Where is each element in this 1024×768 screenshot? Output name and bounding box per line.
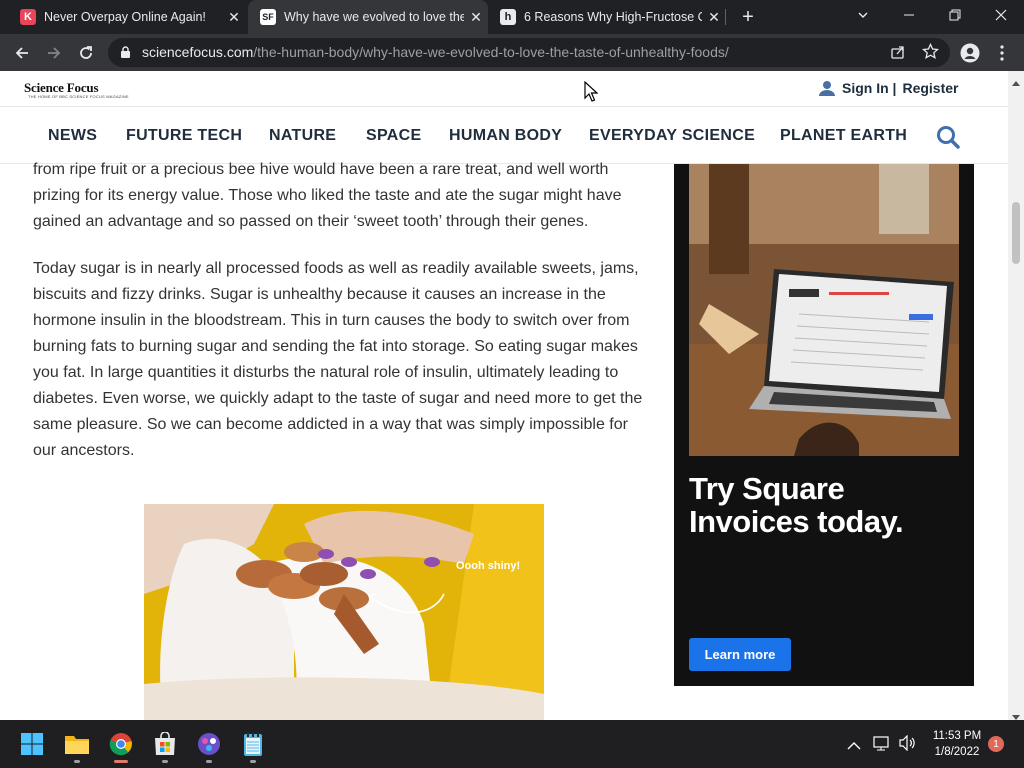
taskbar-indicator: [74, 760, 80, 763]
tab-title: 6 Reasons Why High-Fructose Co: [524, 10, 702, 24]
microsoft-store-icon[interactable]: [151, 730, 179, 758]
network-icon[interactable]: [873, 735, 891, 756]
nav-everyday-science[interactable]: EVERYDAY SCIENCE: [589, 127, 755, 145]
scrollbar-thumb[interactable]: [1012, 202, 1020, 264]
show-hidden-icons-chevron-icon[interactable]: [847, 738, 861, 756]
taskbar-indicator: [162, 760, 168, 763]
notification-badge[interactable]: 1: [988, 736, 1004, 752]
address-bar[interactable]: sciencefocus.com/the-human-body/why-have…: [108, 38, 950, 67]
close-window-button[interactable]: [978, 0, 1024, 30]
taskbar-active-indicator: [114, 760, 128, 763]
tab-1[interactable]: SF Why have we evolved to love the ✕: [248, 0, 488, 34]
article-paragraph: Today sugar is in nearly all processed f…: [33, 260, 643, 459]
nav-human-body[interactable]: HUMAN BODY: [449, 127, 562, 145]
back-button[interactable]: [8, 39, 36, 67]
image-caption-label: Oooh shiny!: [456, 560, 521, 572]
nav-future-tech[interactable]: FUTURE TECH: [126, 127, 242, 145]
close-tab-icon[interactable]: ✕: [464, 9, 488, 26]
profile-avatar-icon[interactable]: [956, 39, 984, 67]
tab-favicon: K: [20, 9, 36, 25]
clock-time: 11:53 PM: [932, 730, 982, 742]
share-icon[interactable]: [890, 44, 906, 65]
main-nav: NEWS FUTURE TECH NATURE SPACE HUMAN BODY…: [0, 107, 1008, 164]
tab-2[interactable]: h 6 Reasons Why High-Fructose Co ✕: [488, 0, 726, 34]
learn-more-button[interactable]: Learn more: [689, 638, 791, 671]
tab-favicon: SF: [260, 9, 276, 25]
advertisement[interactable]: Try Square Invoices today. Learn more: [674, 164, 974, 686]
site-logo-tagline: THE HOME OF BBC SCIENCE FOCUS MAGAZINE: [28, 94, 129, 99]
start-windows-icon[interactable]: [18, 730, 46, 758]
nav-planet-earth[interactable]: PLANET EARTH: [780, 127, 907, 145]
ad-headline: Try Square Invoices today.: [689, 471, 904, 539]
page-scrollbar[interactable]: [1008, 71, 1024, 720]
nav-nature[interactable]: NATURE: [269, 127, 336, 145]
browser-toolbar: sciencefocus.com/the-human-body/why-have…: [0, 34, 1024, 71]
bookmark-star-icon[interactable]: [921, 42, 940, 65]
taskbar-indicator: [206, 760, 212, 763]
volume-icon[interactable]: [898, 734, 916, 756]
tab-search-icon[interactable]: [840, 0, 886, 30]
lock-icon[interactable]: [120, 46, 131, 64]
nav-space[interactable]: SPACE: [366, 127, 421, 145]
minimize-button[interactable]: [886, 0, 932, 30]
tab-favicon: h: [500, 9, 516, 25]
url-text[interactable]: sciencefocus.com/the-human-body/why-have…: [142, 44, 729, 60]
restore-button[interactable]: [932, 0, 978, 30]
article-image: Oooh shiny!: [144, 504, 544, 720]
mouse-cursor-icon: [584, 80, 599, 108]
tab-0[interactable]: K Never Overpay Online Again! ✕: [8, 0, 246, 34]
web-page: Science Focus THE HOME OF BBC SCIENCE FO…: [0, 71, 1008, 720]
close-tab-icon[interactable]: ✕: [702, 9, 726, 26]
sign-in-link[interactable]: Sign In |: [842, 80, 896, 96]
menu-kebab-icon[interactable]: [988, 39, 1016, 67]
system-clock[interactable]: 11:53 PM 1/8/2022: [926, 728, 988, 760]
chrome-icon[interactable]: [107, 730, 135, 758]
forward-button[interactable]: [40, 39, 68, 67]
scroll-up-arrow-icon[interactable]: [1012, 73, 1020, 91]
account-links: Sign In | Register: [818, 80, 959, 96]
tab-separator: [725, 9, 726, 25]
clock-date: 1/8/2022: [934, 746, 980, 758]
reload-button[interactable]: [72, 39, 100, 67]
tab-strip: K Never Overpay Online Again! ✕ SF Why h…: [0, 0, 1024, 34]
search-icon[interactable]: [936, 125, 960, 154]
media-app-icon[interactable]: [195, 730, 223, 758]
article-paragraph: from ripe fruit or a precious bee hive w…: [33, 161, 622, 230]
close-tab-icon[interactable]: ✕: [222, 9, 246, 26]
ad-laptop-image: [689, 164, 959, 456]
new-tab-button[interactable]: +: [736, 4, 760, 30]
notepad-icon[interactable]: [239, 730, 267, 758]
tab-title: Never Overpay Online Again!: [44, 10, 206, 24]
nav-news[interactable]: NEWS: [48, 127, 97, 145]
register-link[interactable]: Register: [902, 80, 958, 96]
windows-taskbar: 11:53 PM 1/8/2022 1: [0, 720, 1024, 768]
file-explorer-icon[interactable]: [63, 730, 91, 758]
taskbar-indicator: [250, 760, 256, 763]
tab-title: Why have we evolved to love the: [284, 10, 464, 24]
user-icon[interactable]: [818, 80, 836, 96]
